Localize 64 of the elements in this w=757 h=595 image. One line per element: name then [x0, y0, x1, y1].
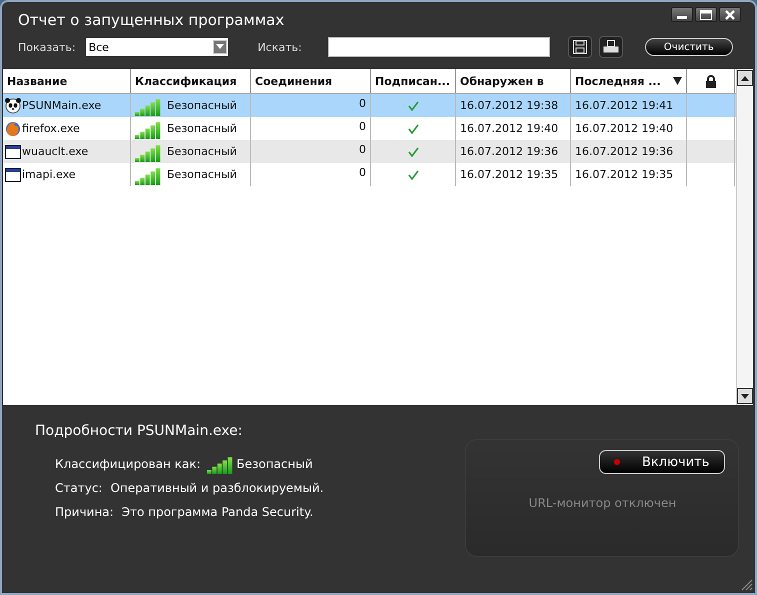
last-seen-time: 16.07.2012 19:35	[575, 168, 674, 181]
monitor-status-text: URL-монитор отключен	[528, 496, 676, 510]
process-name: PSUNMain.exe	[22, 99, 102, 112]
classification-text: Безопасный	[167, 145, 237, 158]
classification-text: Безопасный	[236, 457, 313, 471]
table-row[interactable]: PSUNMain.exe Безопасный 0 16.07.2012 19:38 16.07.2012 19:41	[3, 94, 736, 117]
detected-time: 16.07.2012 19:35	[460, 168, 558, 181]
column-header[interactable]: Классификация	[131, 69, 251, 93]
window-title: Отчет о запущенных программах	[18, 10, 284, 29]
search-label: Искать:	[258, 40, 302, 54]
last-seen-time: 16.07.2012 19:40	[575, 122, 674, 135]
filter-label: Показать:	[18, 40, 76, 54]
scroll-up-icon[interactable]	[741, 76, 749, 80]
maximize-button[interactable]	[695, 7, 717, 22]
process-name: imapi.exe	[22, 168, 76, 181]
reason-text: Это программа Panda Security.	[122, 505, 314, 519]
clear-button[interactable]: Очистить	[644, 38, 733, 56]
print-button[interactable]	[598, 36, 623, 58]
window-icon	[5, 143, 21, 160]
column-header[interactable]: Соединения	[251, 69, 371, 93]
connections-count: 0	[359, 166, 366, 179]
column-header[interactable]: Обнаружен в	[456, 69, 571, 93]
minimize-button[interactable]	[671, 7, 693, 22]
sort-arrow-icon	[673, 77, 682, 85]
panda-icon	[5, 97, 21, 114]
close-button[interactable]	[719, 7, 741, 22]
column-header[interactable]: Последняя ...	[571, 69, 687, 93]
save-icon	[572, 40, 587, 54]
connections-count: 0	[359, 97, 366, 110]
scroll-down-icon[interactable]	[741, 394, 749, 398]
process-name: firefox.exe	[22, 122, 80, 135]
details-title: Подробности PSUNMain.exe:	[35, 423, 244, 439]
detected-time: 16.07.2012 19:40	[460, 122, 558, 135]
classification-text: Безопасный	[167, 168, 237, 181]
connections-count: 0	[359, 143, 366, 156]
detected-time: 16.07.2012 19:36	[460, 145, 558, 158]
status-label: Статус:	[55, 481, 102, 495]
enable-button[interactable]: Включить	[599, 450, 725, 474]
reason-label: Причина:	[55, 505, 114, 519]
classified-label: Классифицирован как:	[55, 457, 200, 471]
caret-icon	[216, 44, 224, 50]
table-row[interactable]: imapi.exe Безопасный 0 16.07.2012 19:35 16.07.2012 19:35	[3, 163, 736, 186]
last-seen-time: 16.07.2012 19:41	[575, 99, 674, 112]
filter-dropdown[interactable]: Все	[86, 38, 228, 56]
detected-time: 16.07.2012 19:38	[460, 99, 558, 112]
maximize-icon	[699, 8, 713, 20]
column-header[interactable]: Подписан...	[371, 69, 456, 93]
last-seen-time: 16.07.2012 19:36	[575, 145, 674, 158]
classification-text: Безопасный	[167, 122, 237, 135]
lock-icon	[704, 74, 716, 88]
printer-icon	[602, 40, 619, 54]
status-text: Оперативный и разблокируемый.	[110, 481, 324, 495]
column-header[interactable]: Название	[3, 69, 131, 93]
search-field[interactable]	[328, 37, 550, 57]
save-button[interactable]	[568, 36, 592, 58]
connections-count: 0	[359, 120, 366, 133]
classification-text: Безопасный	[167, 99, 237, 112]
process-name: wuauclt.exe	[22, 145, 88, 158]
table-row[interactable]: wuauclt.exe Безопасный 0 16.07.2012 19:36 16.07.2012 19:36	[3, 140, 736, 163]
minimize-icon	[677, 16, 687, 19]
resize-grip-icon[interactable]	[739, 577, 753, 591]
scrollbar[interactable]	[736, 69, 753, 405]
close-icon	[723, 8, 737, 20]
globe-fox-icon	[5, 120, 21, 137]
